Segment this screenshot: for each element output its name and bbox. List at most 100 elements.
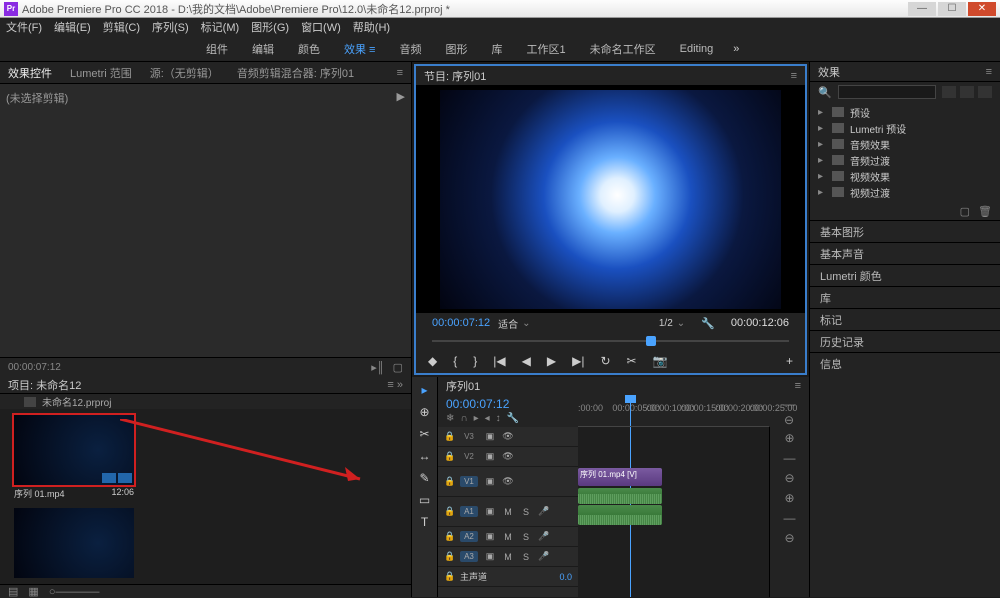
track-a3[interactable]: 🔒A3▣MS🎤 [438, 547, 578, 567]
pen-tool[interactable]: ✎ [419, 471, 429, 485]
zoom-in-icon[interactable]: ⊕ [784, 491, 794, 505]
ws-color[interactable]: 颜色 [298, 41, 320, 57]
overwrite-icon[interactable]: ▢ [393, 361, 403, 374]
fx-filter-icon[interactable] [942, 86, 956, 98]
new-bin-icon[interactable]: ▢ [960, 205, 970, 218]
wrench-icon[interactable]: 🔧 [701, 317, 715, 330]
tab-program[interactable]: 节目: 序列01 [424, 68, 486, 84]
panel-lumetri-color[interactable]: Lumetri 颜色 [810, 264, 1000, 286]
ripple-tool[interactable]: ✂ [419, 427, 429, 441]
program-timecode[interactable]: 00:00:07:12 [432, 317, 490, 329]
zoom-out-icon[interactable]: ⊖ [784, 413, 794, 427]
play-button[interactable]: ▶ [547, 354, 556, 368]
ws-custom1[interactable]: 工作区1 [526, 41, 565, 57]
slip-tool[interactable]: ↔ [419, 449, 431, 463]
menu-clip[interactable]: 剪辑(C) [103, 19, 140, 35]
menu-marker[interactable]: 标记(M) [201, 19, 240, 35]
tab-audio-mixer[interactable]: 音频剪辑混合器: 序列01 [237, 65, 354, 81]
panel-history[interactable]: 历史记录 [810, 330, 1000, 352]
loop-button[interactable]: ↻ [600, 354, 610, 368]
fx-folder-video-trans[interactable]: ▸视频过渡 [818, 184, 992, 200]
icon-view-icon[interactable]: ▦ [28, 585, 38, 598]
type-tool[interactable]: T [421, 515, 428, 529]
track-select-tool[interactable]: ⊕ [419, 405, 429, 419]
menu-sequence[interactable]: 序列(S) [152, 19, 189, 35]
ws-overflow[interactable]: » [733, 43, 739, 55]
delete-icon[interactable]: 🗑 [978, 205, 992, 218]
panel-markers[interactable]: 标记 [810, 308, 1000, 330]
tab-source[interactable]: 源:（无剪辑） [150, 65, 219, 81]
linked-icon[interactable]: ∩ [460, 413, 467, 424]
ws-editing[interactable]: Editing [680, 43, 714, 55]
project-item[interactable] [14, 508, 134, 578]
menu-help[interactable]: 帮助(H) [353, 19, 390, 35]
marker-button[interactable]: ◆ [428, 354, 437, 368]
lift-button[interactable]: ✂ [627, 354, 637, 368]
track-expand[interactable]: — [784, 511, 796, 525]
marker-icon[interactable]: ▸ [474, 413, 479, 424]
fit-dropdown[interactable]: 适合 [498, 316, 518, 331]
playhead-icon[interactable] [646, 336, 656, 346]
fx-filter-icon[interactable] [960, 86, 974, 98]
menu-window[interactable]: 窗口(W) [301, 19, 341, 35]
hand-tool[interactable]: ▭ [419, 493, 430, 507]
fx-folder-video-fx[interactable]: ▸视频效果 [818, 168, 992, 184]
wrench-icon[interactable]: 🔧 [507, 413, 519, 424]
ws-audio[interactable]: 音频 [399, 41, 421, 57]
minimize-button[interactable]: — [908, 2, 936, 16]
close-button[interactable]: ✕ [968, 2, 996, 16]
fx-folder-audio-fx[interactable]: ▸音频效果 [818, 136, 992, 152]
video-clip[interactable]: 序列 01.mp4 [V] [578, 468, 662, 486]
panel-menu-icon[interactable]: ≡ [795, 380, 801, 392]
tab-effects-panel[interactable]: 效果 [818, 64, 840, 80]
timeline-ruler[interactable]: :00:00 00:00:05:00 00:00:10:00 00:00:15:… [578, 395, 769, 427]
tab-lumetri-scopes[interactable]: Lumetri 范围 [70, 65, 132, 81]
zoom-out-icon[interactable]: ⊖ [784, 531, 794, 545]
track-expand[interactable]: — [784, 451, 796, 465]
in-point-button[interactable]: { [453, 354, 457, 368]
audio-clip[interactable] [578, 505, 662, 525]
track-v3[interactable]: 🔒V3▣👁 [438, 427, 578, 447]
audio-clip[interactable] [578, 488, 662, 504]
insert-icon[interactable]: ▸║ [371, 361, 384, 374]
settings-icon[interactable]: ◂ [485, 413, 490, 424]
menu-graphics[interactable]: 图形(G) [251, 19, 289, 35]
add-button[interactable]: + [786, 354, 793, 368]
menu-file[interactable]: 文件(F) [6, 19, 42, 35]
ws-assembly[interactable]: 组件 [206, 41, 228, 57]
panel-divider-arrow[interactable]: ▶ [397, 90, 405, 103]
fx-filter-icon[interactable] [978, 86, 992, 98]
toggle-icon[interactable]: ↕ [496, 413, 501, 424]
track-v1[interactable]: 🔒V1▣👁 [438, 467, 578, 497]
selection-tool[interactable]: ▸ [421, 383, 427, 397]
track-a1[interactable]: 🔒A1▣MS🎤 [438, 497, 578, 527]
timeline-playhead[interactable] [630, 395, 631, 426]
panel-menu-icon[interactable]: ≡ [791, 70, 797, 82]
tab-sequence[interactable]: 序列01 [446, 378, 480, 394]
ws-unnamed[interactable]: 未命名工作区 [590, 41, 656, 57]
timeline-timecode[interactable]: 00:00:07:12 [446, 397, 570, 411]
chevron-down-icon[interactable]: ⌄ [677, 318, 685, 329]
menu-edit[interactable]: 编辑(E) [54, 19, 91, 35]
track-content[interactable]: 序列 01.mp4 [V] [578, 427, 769, 597]
track-a2[interactable]: 🔒A2▣MS🎤 [438, 527, 578, 547]
list-view-icon[interactable]: ▤ [8, 585, 18, 598]
ws-library[interactable]: 库 [491, 41, 502, 57]
panel-essential-sound[interactable]: 基本声音 [810, 242, 1000, 264]
panel-info[interactable]: 信息 [810, 352, 1000, 374]
program-video-area[interactable] [416, 86, 805, 313]
panel-menu-icon[interactable]: ≡ » [387, 379, 403, 391]
goto-start-button[interactable]: |◀ [493, 354, 505, 368]
out-point-button[interactable]: } [473, 354, 477, 368]
panel-menu-icon[interactable]: ≡ [986, 66, 992, 78]
panel-essential-graphics[interactable]: 基本图形 [810, 220, 1000, 242]
step-fwd-button[interactable]: ▶| [572, 354, 584, 368]
project-item-selected[interactable]: 序列 01.mp4 12:06 [14, 415, 134, 500]
project-bin[interactable]: 序列 01.mp4 12:06 [0, 409, 411, 584]
panel-libraries[interactable]: 库 [810, 286, 1000, 308]
program-scrubber[interactable] [432, 333, 789, 349]
zoom-out-icon[interactable]: ⊖ [784, 471, 794, 485]
track-master[interactable]: 🔒主声道0.0 [438, 567, 578, 587]
panel-menu-icon[interactable]: ≡ [397, 67, 403, 79]
export-frame-button[interactable]: 📷 [653, 354, 668, 368]
